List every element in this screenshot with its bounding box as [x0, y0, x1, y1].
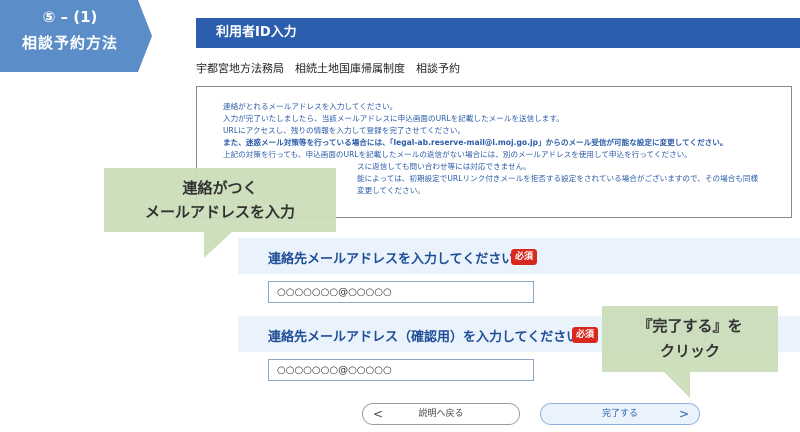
- done-button-label: 完了する: [601, 409, 638, 419]
- notice-line: また、迷惑メール対策等を行っている場合には、「legal-ab.reserve-…: [223, 138, 728, 147]
- notice-line: URLにアクセスし、残りの情報を入力して登録を完了させてください。: [223, 126, 466, 135]
- chevron-right-icon: >: [678, 407, 689, 421]
- email-input[interactable]: ○○○○○○○@○○○○○: [268, 281, 534, 303]
- step-badge: ⑤ – (1) 相談予約方法: [0, 0, 152, 72]
- done-button[interactable]: 完了する >: [540, 403, 700, 425]
- notice-line: 上記の対策を行っても、申込画面のURLを記載したメールの返信がない場合には、別の…: [223, 150, 692, 159]
- step-number: ⑤ – (1): [42, 8, 98, 26]
- email-confirm-input[interactable]: ○○○○○○○@○○○○○: [268, 359, 534, 381]
- email-callout-text-2: メールアドレスを入力: [144, 203, 295, 221]
- page-title: 利用者ID入力: [216, 25, 297, 40]
- email-callout-tail: [204, 232, 232, 258]
- notice-line: スに返信しても問い合わせ等には対応できません。: [357, 162, 531, 171]
- done-callout-text-2: クリック: [659, 342, 720, 360]
- done-callout-text-1: 『完了する』を: [637, 317, 743, 335]
- step-title: 相談予約方法: [21, 34, 118, 52]
- chevron-left-icon: <: [373, 407, 384, 421]
- notice-line: 能によっては、初期設定でURLリンク付きメールを拒否する設定をされている場合がご…: [357, 174, 759, 183]
- email-callout-text-1: 連絡がつく: [182, 179, 258, 197]
- back-button-label: 説明へ戻る: [418, 409, 464, 419]
- required-badge: 必須: [572, 327, 599, 343]
- notice-line: 連絡がとれるメールアドレスを入力してください。: [223, 102, 398, 111]
- done-callout-tail: [664, 372, 690, 398]
- required-badge: 必須: [511, 249, 538, 265]
- back-button[interactable]: < 説明へ戻る: [362, 403, 520, 425]
- page-header: 利用者ID入力: [196, 18, 800, 48]
- notice-line: 入力が完了いたしましたら、当該メールアドレスに申込画面のURLを記載したメールを…: [223, 114, 564, 123]
- email-field-label: 連絡先メールアドレスを入力してください: [268, 252, 515, 267]
- email-confirm-field-label: 連絡先メールアドレス（確認用）を入力してください: [268, 330, 580, 345]
- notice-line: 変更してください。: [357, 186, 425, 195]
- breadcrumb: 宇都宮地方法務局 相続土地国庫帰属制度 相談予約: [196, 62, 460, 75]
